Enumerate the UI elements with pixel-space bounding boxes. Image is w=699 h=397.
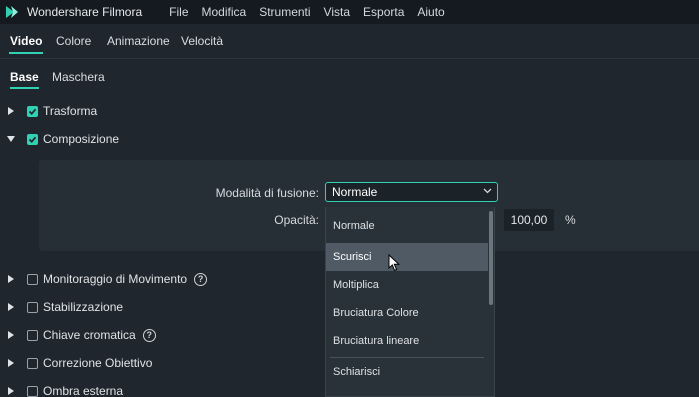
menu-aiuto[interactable]: Aiuto [417, 5, 444, 19]
tab-colore[interactable]: Colore [56, 34, 91, 48]
help-icon[interactable]: ? [194, 272, 208, 286]
dropdown-option-normale[interactable]: Normale [326, 212, 488, 240]
section-drop-shadow[interactable]: Ombra esterna [0, 381, 123, 397]
section-motion-tracking[interactable]: Monitoraggio di Movimento ? [0, 269, 208, 289]
expand-arrow-icon[interactable] [1, 275, 21, 283]
section-label: Ombra esterna [43, 384, 124, 397]
dropdown-option-schiarisci[interactable]: Schiarisci [326, 358, 488, 386]
checkbox-checked-icon[interactable] [27, 133, 38, 145]
menu-vista[interactable]: Vista [324, 5, 350, 19]
section-label: Composizione [43, 132, 120, 146]
menu-strumenti[interactable]: Strumenti [259, 5, 310, 19]
expand-arrow-icon[interactable] [1, 359, 21, 367]
checkbox-icon[interactable] [27, 301, 38, 313]
tab-velocita[interactable]: Velocità [181, 34, 223, 48]
sub-tabs: Base Maschera [0, 59, 699, 93]
section-label: Chiave cromatica [43, 328, 136, 342]
mouse-pointer-icon [388, 254, 401, 272]
menu-bar: Wondershare Filmora File Modifica Strume… [0, 0, 699, 24]
collapse-arrow-icon[interactable] [1, 136, 21, 142]
app-title: Wondershare Filmora [27, 5, 143, 19]
dropdown-scrollbar[interactable] [489, 211, 493, 305]
section-composition[interactable]: Composizione [0, 129, 119, 149]
blend-mode-label: Modalità di fusione: [215, 186, 319, 200]
blend-mode-select[interactable]: Normale [325, 182, 498, 202]
section-label: Stabilizzazione [43, 300, 124, 314]
checkbox-icon[interactable] [27, 273, 38, 285]
filmora-logo-icon [6, 6, 18, 18]
checkbox-icon[interactable] [27, 385, 38, 397]
dropdown-option-moltiplica[interactable]: Moltiplica [326, 271, 488, 299]
section-lens-correction[interactable]: Correzione Obiettivo [0, 353, 152, 373]
checkbox-icon[interactable] [27, 329, 38, 341]
section-label: Monitoraggio di Movimento [43, 272, 188, 286]
expand-arrow-icon[interactable] [1, 303, 21, 311]
tab-video[interactable]: Video [8, 34, 44, 54]
blend-mode-dropdown[interactable]: Normale Scurisci Moltiplica Bruciatura C… [325, 207, 495, 397]
dropdown-option-scurisci[interactable]: Scurisci [326, 243, 488, 271]
expand-arrow-icon[interactable] [1, 387, 21, 395]
expand-arrow-icon[interactable] [1, 107, 21, 115]
help-icon[interactable]: ? [142, 328, 156, 342]
opacity-label: Opacità: [274, 213, 319, 227]
menu-esporta[interactable]: Esporta [363, 5, 404, 19]
subtab-maschera[interactable]: Maschera [52, 70, 105, 84]
dropdown-option-bruciatura-colore[interactable]: Bruciatura Colore [326, 299, 488, 327]
menu-file[interactable]: File [169, 5, 188, 19]
section-transform[interactable]: Trasforma [0, 101, 97, 121]
chevron-down-icon [483, 188, 492, 194]
menu-modifica[interactable]: Modifica [202, 5, 247, 19]
checkbox-icon[interactable] [27, 357, 38, 369]
blend-mode-value: Normale [332, 185, 378, 199]
opacity-input[interactable]: 100,00 [504, 209, 554, 231]
section-stabilization[interactable]: Stabilizzazione [0, 297, 123, 317]
main-tabs: Video Colore Animazione Velocità [0, 24, 699, 59]
subtab-base[interactable]: Base [10, 70, 39, 89]
section-label: Correzione Obiettivo [43, 356, 153, 370]
dropdown-option-bruciatura-lineare[interactable]: Bruciatura lineare [326, 327, 488, 355]
section-chroma-key[interactable]: Chiave cromatica ? [0, 325, 156, 345]
expand-arrow-icon[interactable] [1, 331, 21, 339]
checkbox-checked-icon[interactable] [27, 105, 38, 117]
opacity-unit: % [565, 213, 576, 227]
section-label: Trasforma [43, 104, 98, 118]
tab-animazione[interactable]: Animazione [107, 34, 170, 48]
